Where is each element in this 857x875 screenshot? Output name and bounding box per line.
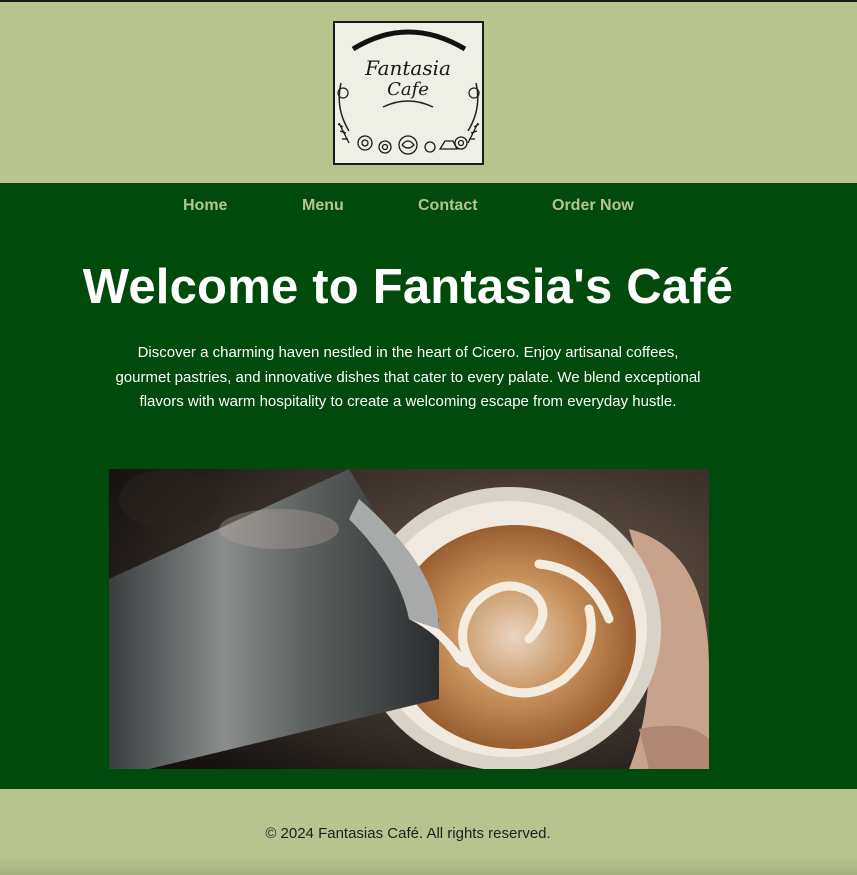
nav-link-menu[interactable]: Menu [302, 197, 344, 215]
nav-link-contact[interactable]: Contact [418, 197, 478, 215]
logo-text-cafe: Cafe [387, 79, 429, 100]
latte-art-pour-image [109, 469, 709, 769]
footer-shade [0, 857, 857, 875]
intro-paragraph: Discover a charming haven nestled in the… [115, 344, 701, 410]
logo-text-fantasia: Fantasia [364, 56, 451, 80]
main-nav: Home Menu Contact Order Now [0, 183, 857, 231]
page-title: Welcome to Fantasia's Café [82, 260, 734, 314]
cafe-logo[interactable]: Fantasia Cafe [333, 21, 484, 165]
main-content: Welcome to Fantasia's Café Discover a ch… [0, 231, 857, 789]
nav-link-order-now[interactable]: Order Now [552, 197, 634, 215]
fantasia-cafe-logo-icon: Fantasia Cafe [335, 23, 482, 163]
brand-header: Fantasia Cafe [0, 2, 857, 183]
nav-link-home[interactable]: Home [183, 197, 227, 215]
copyright-text: © 2024 Fantasias Café. All rights reserv… [265, 825, 551, 842]
site-footer: © 2024 Fantasias Café. All rights reserv… [0, 789, 857, 875]
